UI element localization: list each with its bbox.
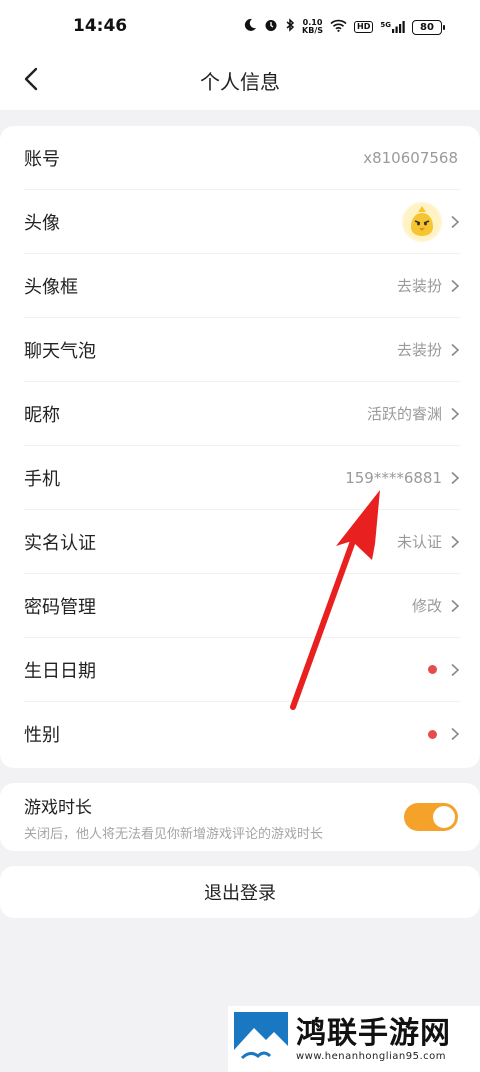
row-label: 账号: [24, 148, 60, 170]
game-time-card: 游戏时长 关闭后，他人将无法看见你新增游戏评论的游戏时长: [0, 783, 480, 851]
logout-label: 退出登录: [204, 883, 276, 904]
game-time-toggle[interactable]: [404, 803, 458, 831]
row-value: 活跃的睿渊: [366, 405, 442, 423]
chevron-right-icon: [451, 471, 460, 484]
row-value: 去装扮: [396, 341, 442, 359]
toggle-knob: [433, 806, 455, 828]
status-bar: 14:46 0.10 KB/S HD 5G 80: [0, 0, 480, 52]
avatar: [402, 201, 442, 242]
notice-dot: [428, 665, 437, 674]
chevron-right-icon: [451, 535, 460, 548]
row-phone[interactable]: 手机 159****6881: [24, 446, 460, 510]
chevron-right-icon: [451, 279, 460, 292]
chevron-right-icon: [451, 599, 460, 612]
row-label: 聊天气泡: [24, 340, 96, 362]
row-birthday[interactable]: 生日日期: [24, 638, 460, 702]
row-nickname[interactable]: 昵称 活跃的睿渊: [24, 382, 460, 446]
battery-icon: 80: [412, 19, 445, 35]
row-chat-bubble[interactable]: 聊天气泡 去装扮: [24, 318, 460, 382]
row-label: 昵称: [24, 404, 60, 426]
row-label: 头像: [24, 212, 60, 234]
hd-badge: HD: [354, 21, 374, 33]
logout-button[interactable]: 退出登录: [0, 866, 480, 918]
row-value: 修改: [411, 597, 442, 615]
bluetooth-icon: [285, 18, 295, 36]
page-title: 个人信息: [200, 70, 280, 94]
signal-label: 5G: [380, 21, 391, 29]
row-label: 实名认证: [24, 532, 96, 554]
net-speed: 0.10 KB/S: [302, 19, 323, 35]
account-id: x810607568: [363, 148, 458, 167]
status-icons: 0.10 KB/S HD 5G 80: [243, 18, 445, 36]
row-password[interactable]: 密码管理 修改: [24, 574, 460, 638]
watermark-url: www.henanhonglian95.com: [296, 1050, 447, 1062]
chevron-right-icon: [451, 343, 460, 356]
chevron-right-icon: [451, 663, 460, 676]
watermark-logo-icon: [234, 1012, 288, 1066]
row-label: 生日日期: [24, 660, 96, 682]
row-gender[interactable]: 性别: [24, 702, 460, 766]
net-speed-unit: KB/S: [302, 26, 324, 35]
row-label: 密码管理: [24, 596, 96, 618]
row-account: 账号 x810607568: [24, 126, 460, 190]
row-real-name[interactable]: 实名认证 未认证: [24, 510, 460, 574]
game-time-label: 游戏时长: [24, 798, 92, 818]
notice-dot: [428, 729, 437, 739]
row-value: 未认证: [396, 533, 442, 551]
chevron-right-icon: [451, 407, 460, 420]
row-label: 头像框: [24, 276, 78, 298]
profile-card: 账号 x810607568 头像 头像框 去装扮 聊天气泡 去装扮 昵称 活跃的…: [0, 126, 480, 768]
wifi-icon: [330, 19, 347, 36]
row-avatar-frame[interactable]: 头像框 去装扮: [24, 254, 460, 318]
alarm-icon: [264, 18, 278, 36]
row-avatar[interactable]: 头像: [24, 190, 460, 254]
status-time: 14:46: [73, 16, 128, 36]
row-label: 手机: [24, 468, 60, 490]
row-label: 性别: [24, 725, 60, 746]
chevron-right-icon: [451, 215, 460, 228]
moon-icon: [243, 18, 257, 36]
game-time-description: 关闭后，他人将无法看见你新增游戏评论的游戏时长: [24, 827, 324, 842]
row-value: 去装扮: [396, 277, 442, 295]
signal-icon: 5G: [380, 21, 405, 33]
phone-number: 159****6881: [345, 468, 442, 487]
watermark: 鸿联手游网 www.henanhonglian95.com: [228, 1006, 480, 1072]
watermark-title: 鸿联手游网: [296, 1015, 451, 1051]
nav-bar: 个人信息: [0, 52, 480, 110]
chevron-right-icon: [451, 727, 460, 741]
